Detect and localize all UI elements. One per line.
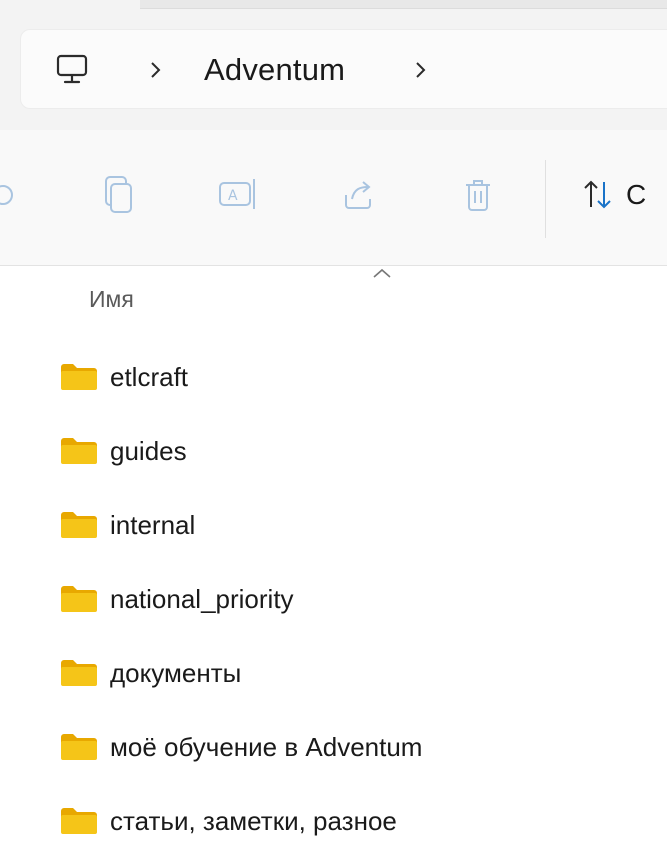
this-pc-icon[interactable] <box>55 30 95 110</box>
folder-icon <box>61 438 97 464</box>
file-name: guides <box>110 436 187 466</box>
file-name: документы <box>110 658 242 688</box>
rename-icon: A <box>219 179 255 209</box>
list-item[interactable]: national_priority <box>0 562 667 636</box>
file-name: etlcraft <box>110 362 189 392</box>
file-name: internal <box>110 510 196 540</box>
folder-icon <box>61 586 97 612</box>
address-bar[interactable]: Adventum <box>20 29 667 109</box>
column-header-row: Имя <box>0 266 667 336</box>
share-button[interactable] <box>333 170 383 220</box>
delete-button[interactable] <box>453 170 503 220</box>
chevron-right-icon[interactable] <box>406 30 436 110</box>
list-item[interactable]: etlcraft <box>0 340 667 414</box>
chevron-right-icon[interactable] <box>141 30 171 110</box>
cut-button[interactable] <box>0 170 28 220</box>
file-name: national_priority <box>110 584 294 614</box>
list-item[interactable]: документы <box>0 636 667 710</box>
sort-button[interactable]: С <box>580 170 646 220</box>
share-icon <box>345 181 371 209</box>
tab-strip-edge <box>140 0 667 9</box>
file-name: моё обучение в Adventum <box>110 732 423 762</box>
list-item[interactable]: моё обучение в Adventum <box>0 710 667 784</box>
command-bar: A С <box>0 130 667 266</box>
copy-button[interactable] <box>93 170 143 220</box>
list-item[interactable]: guides <box>0 414 667 488</box>
trash-icon <box>466 180 490 211</box>
breadcrumb-item-adventum[interactable]: Adventum <box>204 30 345 110</box>
list-item[interactable]: internal <box>0 488 667 562</box>
column-header-name[interactable]: Имя <box>89 286 134 313</box>
folder-icon <box>61 734 97 760</box>
sort-label: С <box>626 179 647 210</box>
folder-icon <box>61 808 97 834</box>
folder-icon <box>61 512 97 538</box>
rename-button[interactable]: A <box>213 170 263 220</box>
folder-icon <box>61 364 97 390</box>
svg-text:A: A <box>228 188 238 204</box>
folder-icon <box>61 660 97 686</box>
file-name: статьи, заметки, разное <box>110 806 397 836</box>
toolbar-separator <box>545 160 546 238</box>
sort-ascending-icon <box>370 266 394 282</box>
copy-icon <box>105 176 132 213</box>
list-item[interactable]: статьи, заметки, разное <box>0 784 667 841</box>
file-explorer-window: Adventum A С Имя etlcraft guides interna… <box>0 0 667 841</box>
sort-arrows-icon <box>584 180 611 209</box>
